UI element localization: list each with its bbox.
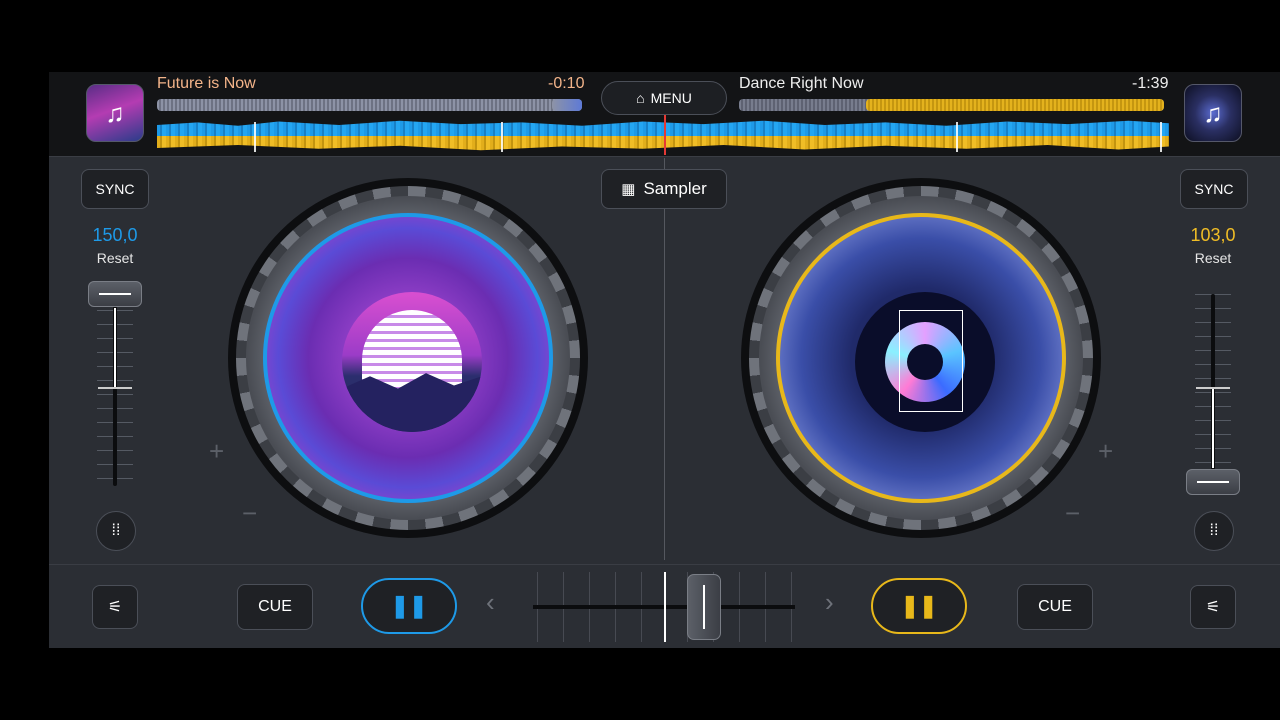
right-album-art	[855, 292, 995, 432]
left-pitch-slider-handle[interactable]	[88, 281, 142, 307]
left-play-pause-button[interactable]: ❚❚	[361, 578, 457, 634]
transport-bar: ⚟ CUE ❚❚ ‹ › ❚❚ CUE ⚟	[49, 564, 1280, 648]
crossfader[interactable]	[533, 572, 795, 642]
playhead	[664, 115, 666, 155]
crossfader-handle[interactable]	[687, 574, 721, 640]
pause-icon: ❚❚	[900, 593, 938, 618]
left-deck-waveform	[157, 120, 1169, 136]
left-track-overview-waveform[interactable]	[157, 99, 582, 111]
crossfader-right-arrow-icon[interactable]: ›	[825, 587, 834, 618]
right-cue-button[interactable]: CUE	[1017, 584, 1093, 630]
right-track-browser-button[interactable]: ♫	[1184, 84, 1242, 142]
right-track-title: Dance Right Now	[739, 75, 864, 92]
grid-icon: ▦	[621, 181, 636, 198]
right-nudge-plus-icon[interactable]: +	[1098, 436, 1113, 467]
sliders-icon: ⚟	[1205, 599, 1221, 616]
eq-icon: ⁞⁞	[1209, 522, 1219, 539]
right-track-overview-waveform[interactable]	[739, 99, 1164, 111]
crossfader-left-arrow-icon[interactable]: ‹	[486, 587, 495, 618]
right-mixer-button[interactable]: ⚟	[1190, 585, 1236, 629]
left-reset-button[interactable]: Reset	[75, 250, 155, 266]
left-mixer-button[interactable]: ⚟	[92, 585, 138, 629]
menu-button[interactable]: ⌂ MENU	[601, 81, 727, 115]
deck-divider	[664, 158, 665, 560]
music-note-icon: ♫	[105, 97, 125, 128]
right-pitch-center-mark	[1196, 387, 1230, 389]
right-jog-wheel[interactable]	[741, 178, 1101, 538]
right-bpm-readout: 103,0	[1190, 225, 1236, 245]
right-pitch-slider-handle[interactable]	[1186, 469, 1240, 495]
music-note-icon: ♫	[1203, 97, 1223, 128]
top-bar: ♫ Future is Now -0:10 ⌂ MENU Dance Right…	[49, 72, 1280, 157]
left-platter	[263, 213, 553, 503]
home-icon: ⌂	[636, 90, 645, 106]
pause-icon: ❚❚	[390, 593, 428, 618]
left-track-browser-button[interactable]: ♫	[86, 84, 144, 142]
left-cue-button[interactable]: CUE	[237, 584, 313, 630]
right-eq-button[interactable]: ⁞⁞	[1194, 511, 1234, 551]
beat-marker	[1160, 122, 1162, 152]
right-reset-button[interactable]: Reset	[1173, 250, 1253, 266]
beat-marker	[501, 122, 503, 152]
right-remaining-time: -1:39	[1132, 75, 1169, 92]
right-nudge-minus-icon[interactable]: −	[1065, 498, 1080, 529]
left-jog-wheel[interactable]	[228, 178, 588, 538]
left-nudge-plus-icon[interactable]: +	[209, 436, 224, 467]
left-pitch-fill	[114, 308, 116, 388]
left-track-title: Future is Now	[157, 75, 256, 92]
right-platter	[776, 213, 1066, 503]
sampler-button[interactable]: ▦ Sampler	[601, 169, 727, 209]
left-sync-button[interactable]: SYNC	[81, 169, 149, 209]
right-sync-button[interactable]: SYNC	[1180, 169, 1248, 209]
beat-marker	[254, 122, 256, 152]
left-remaining-time: -0:10	[548, 75, 585, 92]
left-bpm-readout: 150,0	[92, 225, 138, 245]
sampler-button-label: Sampler	[643, 179, 707, 198]
left-eq-button[interactable]: ⁞⁞	[96, 511, 136, 551]
right-play-pause-button[interactable]: ❚❚	[871, 578, 967, 634]
left-album-art	[342, 292, 482, 432]
left-nudge-minus-icon[interactable]: −	[242, 498, 257, 529]
combined-waveform[interactable]	[157, 119, 1169, 153]
crossfader-center-mark	[664, 572, 666, 642]
menu-button-label: MENU	[650, 90, 692, 106]
right-deck-waveform	[157, 136, 1169, 151]
sliders-icon: ⚟	[107, 599, 123, 616]
right-pitch-fill	[1212, 388, 1214, 468]
left-pitch-center-mark	[98, 387, 132, 389]
dj-app: ♫ Future is Now -0:10 ⌂ MENU Dance Right…	[49, 72, 1280, 648]
beat-marker	[956, 122, 958, 152]
eq-icon: ⁞⁞	[111, 522, 121, 539]
